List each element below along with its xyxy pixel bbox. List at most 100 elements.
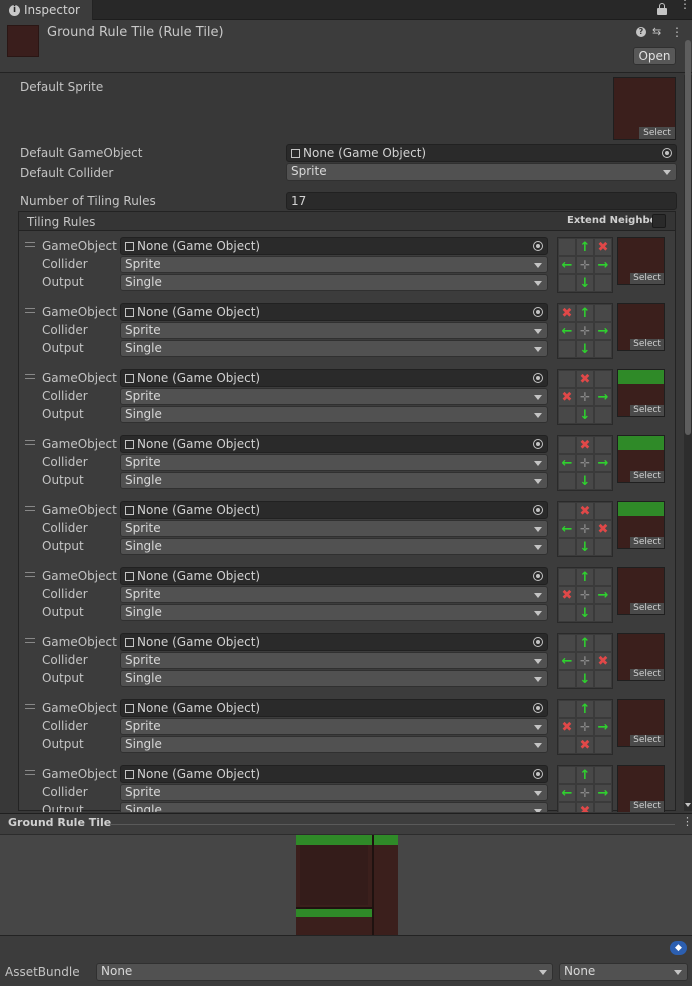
neighbor-empty-cell[interactable] bbox=[558, 406, 576, 424]
neighbor-not-this-icon[interactable]: ✖ bbox=[594, 238, 612, 256]
neighbor-this-arrow-icon[interactable]: → bbox=[594, 718, 612, 736]
select-button[interactable]: Select bbox=[630, 603, 664, 614]
rule-output-dropdown[interactable]: Single bbox=[120, 736, 548, 753]
neighbor-empty-cell[interactable] bbox=[558, 604, 576, 622]
rule-collider-dropdown[interactable]: Sprite bbox=[120, 520, 548, 537]
neighbor-not-this-icon[interactable]: ✖ bbox=[576, 502, 594, 520]
select-button[interactable]: Select bbox=[630, 471, 664, 482]
neighbor-empty-cell[interactable] bbox=[558, 238, 576, 256]
neighbor-empty-cell[interactable] bbox=[594, 766, 612, 784]
neighbor-empty-cell[interactable] bbox=[558, 538, 576, 556]
drag-handle-icon[interactable] bbox=[25, 308, 35, 313]
neighbor-this-arrow-icon[interactable]: ↑ bbox=[576, 238, 594, 256]
object-picker-icon[interactable] bbox=[533, 241, 543, 251]
object-picker-icon[interactable] bbox=[533, 373, 543, 383]
rule-collider-dropdown[interactable]: Sprite bbox=[120, 652, 548, 669]
rule-output-dropdown[interactable]: Single bbox=[120, 670, 548, 687]
neighbor-this-arrow-icon[interactable]: ↓ bbox=[576, 472, 594, 490]
rule-gameobject-field[interactable]: None (Game Object) bbox=[120, 567, 548, 585]
rule-collider-dropdown[interactable]: Sprite bbox=[120, 586, 548, 603]
neighbor-empty-cell[interactable] bbox=[594, 736, 612, 754]
assetbundle-dropdown[interactable]: None bbox=[96, 963, 553, 981]
rule-output-dropdown[interactable]: Single bbox=[120, 340, 548, 357]
drag-handle-icon[interactable] bbox=[25, 638, 35, 643]
object-picker-icon[interactable] bbox=[533, 307, 543, 317]
object-picker-icon[interactable] bbox=[533, 505, 543, 515]
rule-gameobject-field[interactable]: None (Game Object) bbox=[120, 303, 548, 321]
neighbor-empty-cell[interactable] bbox=[594, 538, 612, 556]
neighbor-empty-cell[interactable] bbox=[594, 406, 612, 424]
rule-gameobject-field[interactable]: None (Game Object) bbox=[120, 435, 548, 453]
drag-handle-icon[interactable] bbox=[25, 506, 35, 511]
rule-output-dropdown[interactable]: Single bbox=[120, 604, 548, 621]
neighbor-rule-grid[interactable]: ↑ ✖ ← ✛ → ↓ bbox=[557, 237, 613, 293]
scroll-down-arrow[interactable] bbox=[685, 803, 691, 807]
scrollbar-thumb[interactable] bbox=[685, 40, 691, 435]
neighbor-empty-cell[interactable] bbox=[594, 436, 612, 454]
neighbor-this-arrow-icon[interactable]: ↑ bbox=[576, 700, 594, 718]
neighbor-this-arrow-icon[interactable]: → bbox=[594, 784, 612, 802]
neighbor-this-arrow-icon[interactable]: → bbox=[594, 256, 612, 274]
neighbor-rule-grid[interactable]: ✖ ✖ ✛ → ↓ bbox=[557, 369, 613, 425]
neighbor-empty-cell[interactable] bbox=[594, 634, 612, 652]
neighbor-rule-grid[interactable]: ✖ ← ✛ → ↓ bbox=[557, 435, 613, 491]
neighbor-this-arrow-icon[interactable]: → bbox=[594, 454, 612, 472]
preview-menu-icon[interactable]: ⋮ bbox=[682, 815, 692, 828]
neighbor-this-arrow-icon[interactable]: ← bbox=[558, 454, 576, 472]
select-button[interactable]: Select bbox=[630, 669, 664, 680]
neighbor-not-this-icon[interactable]: ✖ bbox=[558, 388, 576, 406]
neighbor-this-arrow-icon[interactable]: ↑ bbox=[576, 304, 594, 322]
select-button[interactable]: Select bbox=[630, 339, 664, 350]
neighbor-empty-cell[interactable] bbox=[594, 340, 612, 358]
neighbor-rule-grid[interactable]: ↑ ← ✛ → ✖ bbox=[557, 765, 613, 812]
neighbor-this-arrow-icon[interactable]: ↓ bbox=[576, 340, 594, 358]
neighbor-not-this-icon[interactable]: ✖ bbox=[576, 802, 594, 812]
assetbundle-variant-dropdown[interactable]: None bbox=[559, 963, 688, 981]
object-picker-icon[interactable] bbox=[533, 703, 543, 713]
rule-collider-dropdown[interactable]: Sprite bbox=[120, 322, 548, 339]
rule-sprite-field[interactable]: Select bbox=[617, 567, 665, 615]
neighbor-not-this-icon[interactable]: ✖ bbox=[576, 370, 594, 388]
select-button[interactable]: Select bbox=[630, 405, 664, 416]
rule-gameobject-field[interactable]: None (Game Object) bbox=[120, 699, 548, 717]
drag-handle-icon[interactable] bbox=[25, 242, 35, 247]
neighbor-empty-cell[interactable] bbox=[558, 802, 576, 812]
rule-gameobject-field[interactable]: None (Game Object) bbox=[120, 501, 548, 519]
rule-sprite-field[interactable]: Select bbox=[617, 237, 665, 285]
rule-sprite-field[interactable]: Select bbox=[617, 501, 665, 549]
rule-sprite-field[interactable]: Select bbox=[617, 699, 665, 747]
neighbor-rule-grid[interactable]: ✖ ← ✛ ✖ ↓ bbox=[557, 501, 613, 557]
neighbor-empty-cell[interactable] bbox=[594, 274, 612, 292]
neighbor-not-this-icon[interactable]: ✖ bbox=[576, 736, 594, 754]
rule-sprite-field[interactable]: Select bbox=[617, 633, 665, 681]
neighbor-this-arrow-icon[interactable]: ↓ bbox=[576, 274, 594, 292]
neighbor-empty-cell[interactable] bbox=[594, 370, 612, 388]
rule-gameobject-field[interactable]: None (Game Object) bbox=[120, 237, 548, 255]
drag-handle-icon[interactable] bbox=[25, 704, 35, 709]
object-picker-icon[interactable] bbox=[533, 439, 543, 449]
select-button[interactable]: Select bbox=[630, 735, 664, 746]
drag-handle-icon[interactable] bbox=[25, 770, 35, 775]
neighbor-this-arrow-icon[interactable]: → bbox=[594, 322, 612, 340]
rule-collider-dropdown[interactable]: Sprite bbox=[120, 784, 548, 801]
neighbor-this-arrow-icon[interactable]: ← bbox=[558, 652, 576, 670]
rule-sprite-field[interactable]: Select bbox=[617, 765, 665, 812]
neighbor-not-this-icon[interactable]: ✖ bbox=[558, 304, 576, 322]
neighbor-rule-grid[interactable]: ✖ ↑ ← ✛ → ↓ bbox=[557, 303, 613, 359]
neighbor-this-arrow-icon[interactable]: ↓ bbox=[576, 406, 594, 424]
neighbor-this-arrow-icon[interactable]: → bbox=[594, 388, 612, 406]
neighbor-this-arrow-icon[interactable]: → bbox=[594, 586, 612, 604]
neighbor-empty-cell[interactable] bbox=[558, 472, 576, 490]
neighbor-empty-cell[interactable] bbox=[594, 304, 612, 322]
neighbor-rule-grid[interactable]: ↑ ← ✛ ✖ ↓ bbox=[557, 633, 613, 689]
drag-handle-icon[interactable] bbox=[25, 374, 35, 379]
rule-sprite-field[interactable]: Select bbox=[617, 369, 665, 417]
neighbor-rule-grid[interactable]: ↑ ✖ ✛ → ✖ bbox=[557, 699, 613, 755]
neighbor-not-this-icon[interactable]: ✖ bbox=[558, 586, 576, 604]
neighbor-empty-cell[interactable] bbox=[594, 802, 612, 812]
drag-handle-icon[interactable] bbox=[25, 572, 35, 577]
rule-output-dropdown[interactable]: Single bbox=[120, 472, 548, 489]
neighbor-this-arrow-icon[interactable]: ← bbox=[558, 784, 576, 802]
neighbor-not-this-icon[interactable]: ✖ bbox=[558, 718, 576, 736]
neighbor-this-arrow-icon[interactable]: ← bbox=[558, 322, 576, 340]
